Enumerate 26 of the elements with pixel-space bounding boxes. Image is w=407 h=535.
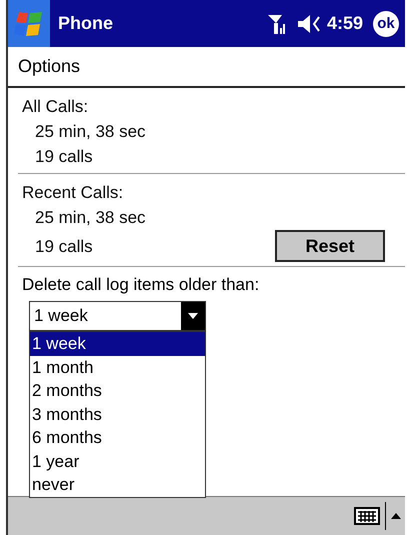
clock-time: 4:59	[326, 13, 363, 34]
dropdown-option[interactable]: 2 months	[30, 379, 205, 402]
dropdown-option[interactable]: 3 months	[30, 402, 205, 426]
signal-antenna-icon	[266, 12, 287, 34]
section-label: Recent Calls:	[22, 182, 124, 204]
keyboard-icon[interactable]	[354, 507, 380, 525]
start-button[interactable]	[8, 0, 50, 47]
stat-value: 25 min, 38 sec	[34, 207, 147, 229]
dropdown-option[interactable]: 1 week	[30, 332, 205, 356]
dropdown-option[interactable]: 1 year	[30, 450, 205, 473]
window-title: Phone	[58, 13, 114, 34]
dropdown-option[interactable]: 1 month	[30, 356, 205, 379]
dropdown-value: 1 week	[33, 305, 89, 327]
dropdown-option[interactable]: never	[30, 473, 205, 496]
dropdown-field[interactable]: 1 week	[29, 301, 206, 331]
dropdown-option[interactable]: 6 months	[30, 426, 205, 450]
delete-label: Delete call log items older than:	[21, 274, 260, 296]
up-arrow-icon[interactable]	[391, 513, 401, 519]
stat-value: 19 calls	[34, 236, 93, 258]
reset-button[interactable]: Reset	[275, 230, 385, 262]
dropdown-arrow-icon	[188, 313, 198, 319]
stat-value: 25 min, 38 sec	[34, 121, 147, 143]
ok-button[interactable]: ok	[373, 10, 399, 36]
section-label: All Calls:	[22, 96, 90, 118]
stat-value: 19 calls	[34, 146, 94, 168]
options-header: Options	[8, 47, 405, 88]
